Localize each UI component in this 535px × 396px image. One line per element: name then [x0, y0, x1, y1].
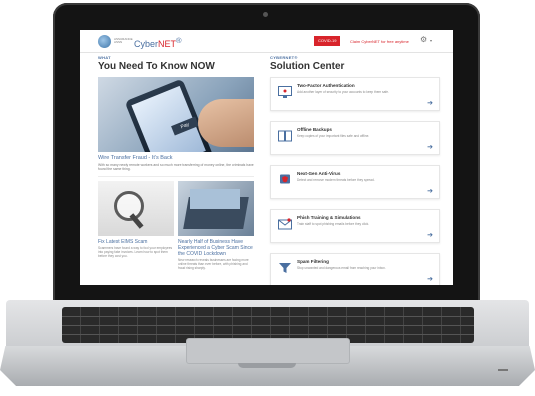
news-heading: You Need To Know NOW [98, 61, 215, 72]
promo-link[interactable]: Claim CyberNET for free anytime [350, 39, 409, 44]
article-card[interactable]: Fix Latest EIMS Scam Scammers have found… [98, 181, 174, 258]
hero-image[interactable]: Pay [98, 77, 254, 152]
laptop-screen: ASSURANCE ASSN CyberNET® COVID-19 Claim … [80, 30, 453, 285]
featured-article-title[interactable]: Wire Transfer Fraud - It’s Back [98, 155, 172, 161]
backup-drive-icon [278, 130, 292, 142]
chevron-down-icon[interactable]: ▾ [430, 38, 432, 43]
solution-item-title: Spam Filtering [297, 259, 329, 264]
brand-suffix: NET [158, 39, 177, 49]
card-title[interactable]: Fix Latest EIMS Scam [98, 239, 174, 245]
card-thumbnail [178, 181, 254, 236]
solution-item-title: Offline Backups [297, 127, 332, 132]
laptop-lid: ASSURANCE ASSN CyberNET® COVID-19 Claim … [53, 3, 480, 311]
solution-item-desc: Train staff to spot phishing emails befo… [297, 222, 370, 226]
solution-item-phish-training[interactable]: Phish Training & Simulations Train staff… [270, 209, 440, 243]
hand-illustration [198, 99, 254, 147]
card-body: New research reveals businesses are faci… [178, 258, 249, 270]
brand-trademark: ® [176, 36, 182, 45]
solution-item-desc: Keep copies of your important files safe… [297, 134, 370, 138]
logo-icon[interactable] [98, 35, 111, 48]
logo-caption: ASSURANCE ASSN [114, 37, 133, 44]
article-card[interactable]: Nearly Half of Business Have Experienced… [178, 181, 254, 270]
lid-notch [238, 363, 296, 368]
covid-button[interactable]: COVID-19 [314, 36, 341, 46]
solution-heading: Solution Center [270, 61, 345, 72]
brand-name[interactable]: CyberNET® [134, 36, 182, 49]
solution-item-anti-virus[interactable]: Next-Gen Anti-Virus Detect and remove mo… [270, 165, 440, 199]
laptop: ASSURANCE ASSN CyberNET® COVID-19 Claim … [0, 0, 535, 396]
device-lock-icon [278, 86, 292, 98]
webcam [263, 12, 268, 17]
solution-item-two-factor[interactable]: Two-Factor Authentication Add another la… [270, 77, 440, 111]
solution-center: CYBERNET® Solution Center Two-Factor Aut… [270, 55, 440, 285]
solution-item-desc: Detect and remove modern threats before … [297, 178, 375, 182]
arrow-right-icon[interactable]: ➔ [427, 187, 433, 195]
card-title[interactable]: Nearly Half of Business Have Experienced… [178, 239, 254, 257]
brand-prefix: Cyber [134, 39, 159, 49]
news-kicker: WHAT [98, 55, 111, 60]
shield-icon [280, 174, 290, 184]
arrow-right-icon[interactable]: ➔ [427, 99, 433, 107]
solution-item-title: Next-Gen Anti-Virus [297, 171, 341, 176]
featured-article-body: With so many newly remote workers and so… [98, 163, 254, 172]
divider [98, 176, 254, 177]
solution-item-desc: Add another layer of security to your ac… [297, 90, 389, 94]
arrow-right-icon[interactable]: ➔ [427, 275, 433, 283]
card-thumbnail [98, 181, 174, 236]
arrow-right-icon[interactable]: ➔ [427, 231, 433, 239]
solution-item-spam-filtering[interactable]: Spam Filtering Stop unwanted and dangero… [270, 253, 440, 285]
arrow-right-icon[interactable]: ➔ [427, 143, 433, 151]
solution-item-title: Phish Training & Simulations [297, 215, 361, 220]
email-hook-icon [278, 218, 292, 230]
solution-item-title: Two-Factor Authentication [297, 83, 355, 88]
solution-item-desc: Stop unwanted and dangerous email from r… [297, 266, 386, 270]
gear-icon[interactable]: ⚙ [420, 35, 427, 44]
solution-item-offline-backups[interactable]: Offline Backups Keep copies of your impo… [270, 121, 440, 155]
news-column: WHAT You Need To Know NOW Pay Wire Trans… [98, 55, 254, 270]
filter-icon [279, 263, 291, 273]
solution-kicker: CYBERNET® [270, 55, 298, 60]
laptop-illustration-screen [190, 189, 240, 209]
card-body: Scammers have found a way to fool your e… [98, 246, 173, 258]
site-header: ASSURANCE ASSN CyberNET® COVID-19 Claim … [80, 30, 453, 53]
trackpad [186, 338, 350, 364]
indicator-light [498, 369, 508, 371]
